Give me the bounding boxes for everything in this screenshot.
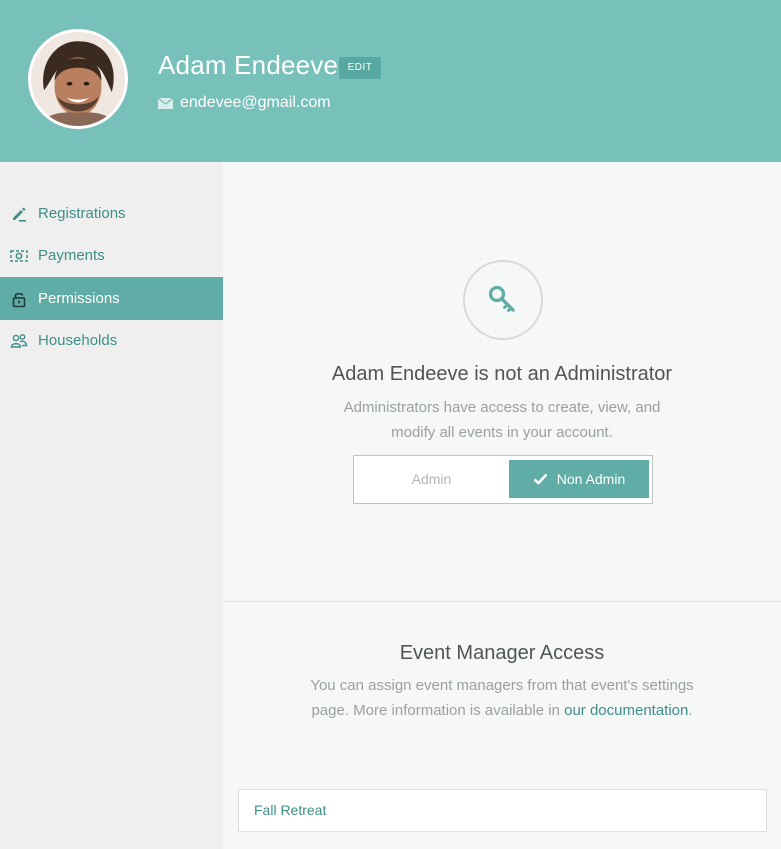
edit-button[interactable]: EDIT <box>339 57 381 79</box>
sidebar-item-payments[interactable]: Payments <box>0 234 223 277</box>
money-icon <box>10 247 28 265</box>
sidebar-item-permissions[interactable]: Permissions <box>0 277 223 320</box>
main-content: Adam Endeeve is not an Administrator Adm… <box>223 162 781 849</box>
admin-toggle: Admin Non Admin <box>353 455 653 504</box>
user-name: Adam Endeeve <box>158 50 339 80</box>
sidebar-item-label: Households <box>38 332 118 349</box>
key-icon <box>488 285 515 312</box>
people-icon <box>10 332 28 350</box>
admin-option[interactable]: Admin <box>358 460 505 498</box>
profile-header: Adam Endeeve EDIT endevee@gmail.com <box>0 0 781 162</box>
lock-icon <box>10 290 28 308</box>
email-row: endevee@gmail.com <box>158 93 331 113</box>
admin-permission-section: Adam Endeeve is not an Administrator Adm… <box>223 162 781 602</box>
non-admin-option[interactable]: Non Admin <box>509 460 649 498</box>
admin-status-description: Administrators have access to create, vi… <box>343 399 661 441</box>
sidebar-item-households[interactable]: Households <box>0 319 223 362</box>
pencil-icon <box>10 205 28 223</box>
avatar <box>28 29 128 129</box>
sidebar-item-label: Registrations <box>38 205 126 222</box>
event-manager-section: Event Manager Access You can assign even… <box>223 603 781 849</box>
sidebar-item-label: Payments <box>38 247 105 264</box>
admin-status-title: Adam Endeeve is not an Administrator <box>331 363 673 385</box>
sidebar: Registrations Payments Permissions House… <box>0 162 223 849</box>
documentation-link[interactable]: our documentation <box>564 702 688 719</box>
user-email: endevee@gmail.com <box>180 94 331 111</box>
event-manager-description: You can assign event managers from that … <box>310 677 694 719</box>
avatar-image <box>31 32 125 126</box>
mail-icon <box>158 97 173 109</box>
sidebar-item-registrations[interactable]: Registrations <box>0 192 223 235</box>
event-row-fall-retreat[interactable]: Fall Retreat <box>238 789 767 832</box>
sidebar-item-label: Permissions <box>38 290 120 307</box>
non-admin-label: Non Admin <box>556 471 626 487</box>
event-manager-title: Event Manager Access <box>399 642 605 664</box>
check-icon <box>533 473 548 485</box>
key-icon-circle <box>463 260 543 340</box>
